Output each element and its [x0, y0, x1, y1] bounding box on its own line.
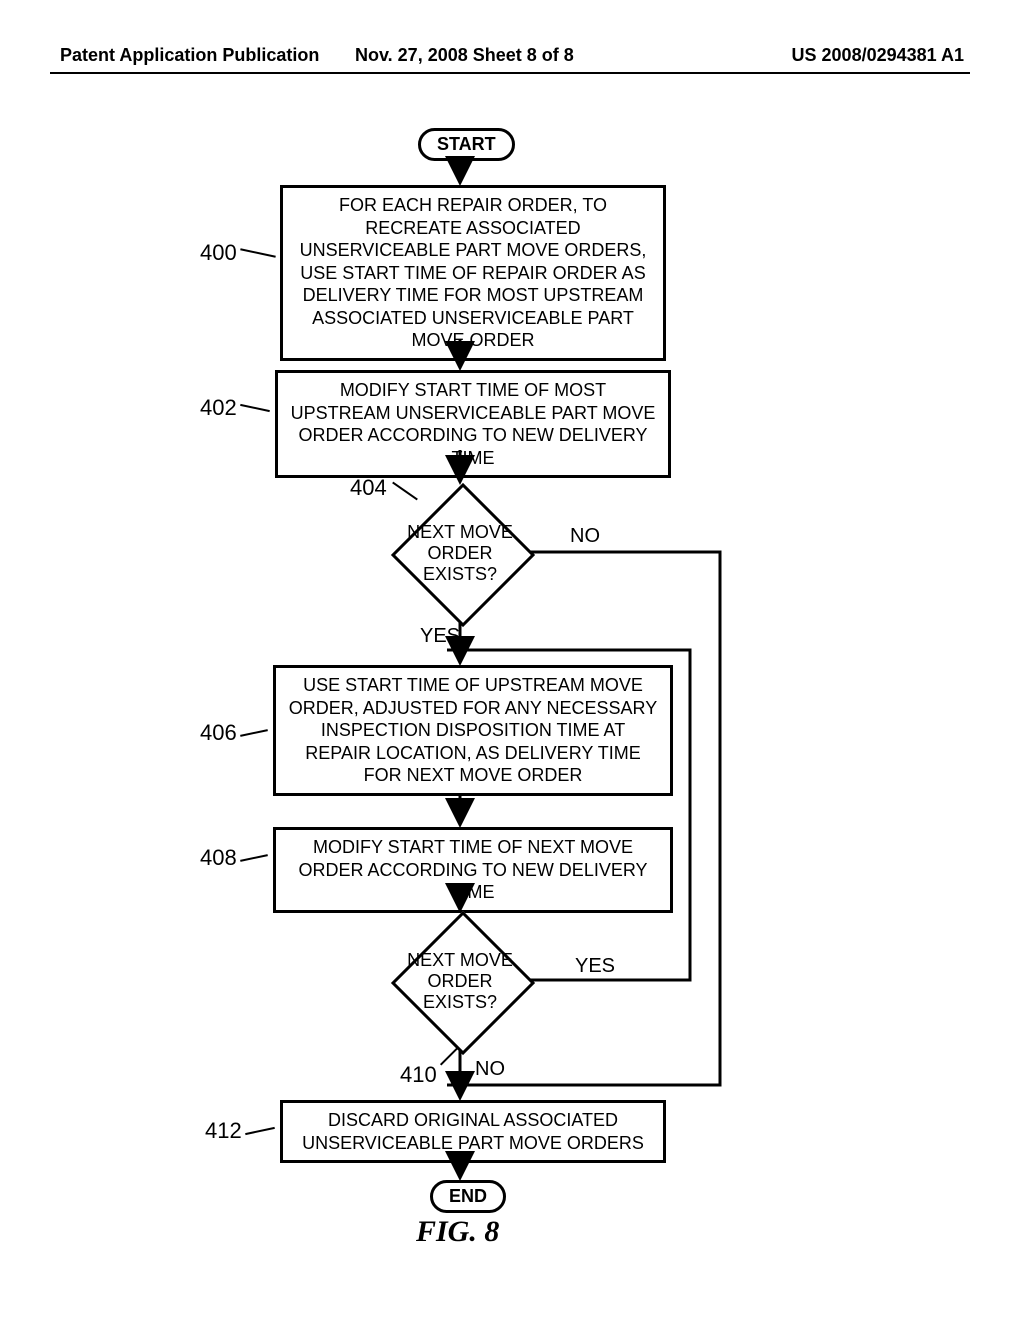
- edge-404-no: NO: [570, 525, 600, 548]
- process-408: MODIFY START TIME OF NEXT MOVE ORDER ACC…: [273, 827, 673, 913]
- leader-402: [240, 404, 270, 412]
- process-400: FOR EACH REPAIR ORDER, TO RECREATE ASSOC…: [280, 185, 666, 361]
- header-rule: [50, 72, 970, 74]
- ref-402: 402: [200, 395, 237, 421]
- ref-406: 406: [200, 720, 237, 746]
- decision-404-label: NEXT MOVE ORDER EXISTS?: [390, 522, 530, 585]
- decision-404: NEXT MOVE ORDER EXISTS?: [390, 482, 530, 622]
- leader-412: [245, 1127, 275, 1135]
- decision-410-label: NEXT MOVE ORDER EXISTS?: [390, 950, 530, 1013]
- process-412: DISCARD ORIGINAL ASSOCIATED UNSERVICEABL…: [280, 1100, 666, 1163]
- process-402: MODIFY START TIME OF MOST UPSTREAM UNSER…: [275, 370, 671, 478]
- header-right: US 2008/0294381 A1: [792, 45, 964, 66]
- leader-400: [240, 248, 276, 257]
- header-mid: Nov. 27, 2008 Sheet 8 of 8: [355, 45, 574, 66]
- edge-410-no: NO: [475, 1058, 505, 1081]
- leader-406: [240, 729, 268, 737]
- ref-400: 400: [200, 240, 237, 266]
- edge-410-yes: YES: [575, 955, 615, 978]
- ref-410: 410: [400, 1062, 437, 1088]
- ref-408: 408: [200, 845, 237, 871]
- leader-408: [240, 854, 268, 862]
- ref-404: 404: [350, 475, 387, 501]
- header-left: Patent Application Publication: [60, 45, 319, 66]
- ref-412: 412: [205, 1118, 242, 1144]
- terminator-start: START: [418, 128, 515, 161]
- decision-410: NEXT MOVE ORDER EXISTS?: [390, 910, 530, 1050]
- edge-404-yes: YES: [420, 625, 460, 648]
- terminator-end: END: [430, 1180, 506, 1213]
- process-406: USE START TIME OF UPSTREAM MOVE ORDER, A…: [273, 665, 673, 796]
- figure-caption: FIG. 8: [416, 1215, 499, 1249]
